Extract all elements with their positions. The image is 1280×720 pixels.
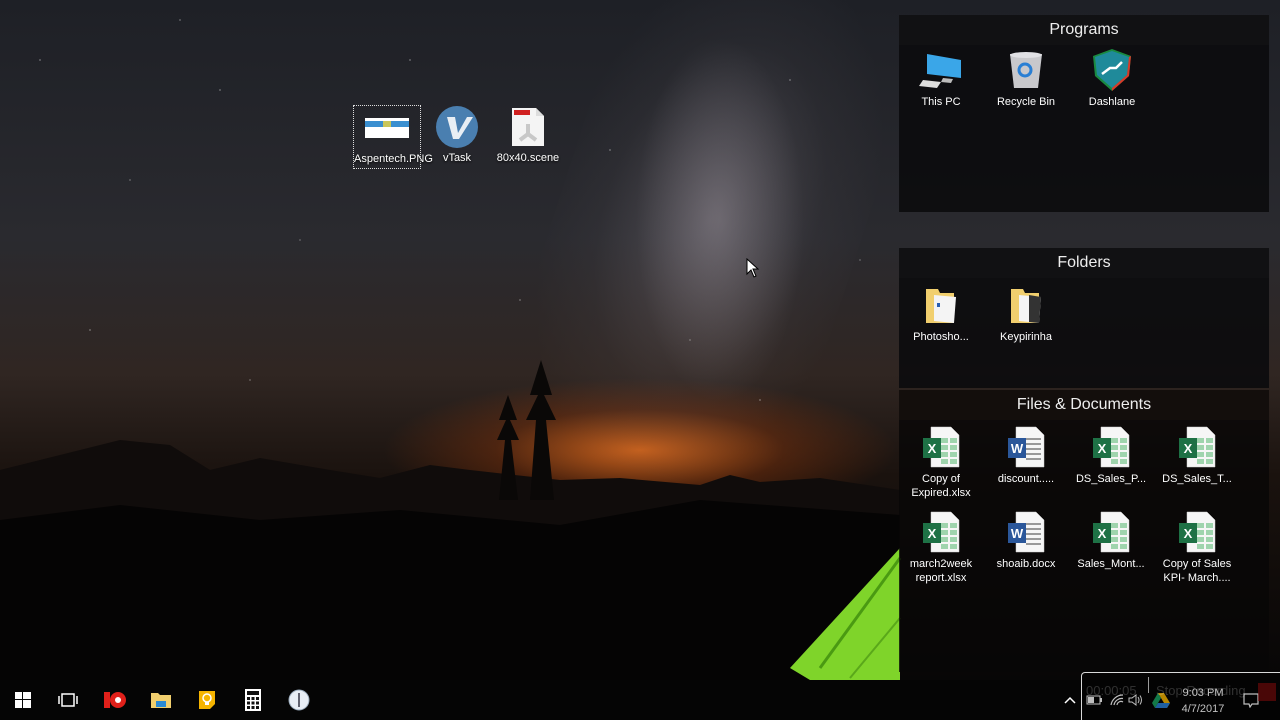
word-file-icon: W [1004, 511, 1048, 553]
svg-text:X: X [1184, 441, 1193, 456]
taskbar-recorder-app[interactable] [92, 680, 138, 720]
svg-text:X: X [928, 526, 937, 541]
fence-item-label: Copy of Expired.xlsx [911, 473, 971, 499]
lightbulb-notes-icon [199, 691, 215, 709]
taskbar-keep[interactable] [184, 680, 230, 720]
fence-item-file[interactable]: Wshoaib.docx [986, 511, 1066, 571]
recycle-bin-icon [1004, 49, 1048, 91]
excel-file-icon: X [1175, 511, 1219, 553]
scene-file-icon [504, 105, 552, 149]
fence-item-label: march2week report.xlsx [909, 558, 973, 584]
vtask-app-icon [433, 105, 481, 149]
show-hidden-icons-button[interactable] [1060, 680, 1080, 720]
fence-title[interactable]: Programs [899, 15, 1269, 45]
fence-item-this-pc[interactable]: This PC [901, 49, 981, 109]
taskbar-file-explorer[interactable] [138, 680, 184, 720]
excel-file-icon: X [919, 511, 963, 553]
recording-elapsed: 00:00:05 [1086, 683, 1137, 698]
fence-item-file[interactable]: X Copy of Sales KPI- March.... [1157, 511, 1237, 585]
desktop-icon-label: 80x40.scene [496, 152, 560, 164]
folder-icon [1004, 284, 1048, 326]
excel-file-icon: X [1175, 426, 1219, 468]
fence-item-file[interactable]: Xmarch2week report.xlsx [901, 511, 981, 585]
desktop-icon-vtask[interactable]: vTask [423, 105, 491, 165]
word-file-icon: W [1004, 426, 1048, 468]
desktop-icon-label: vTask [442, 152, 472, 164]
fence-programs: Programs This PC Recycle Bin Dashlane [899, 15, 1269, 212]
computer-icon [919, 49, 963, 91]
fence-item-label: Keypirinha [1000, 331, 1052, 343]
svg-text:X: X [1098, 441, 1107, 456]
fence-item-label: Copy of Sales KPI- March.... [1162, 558, 1232, 584]
recording-overlay: 00:00:05 Stop Recording [1081, 672, 1280, 720]
record-indicator-icon [1258, 683, 1276, 701]
calculator-icon [245, 689, 261, 711]
taskbar-calculator[interactable] [230, 680, 276, 720]
svg-text:X: X [1184, 526, 1193, 541]
dashlane-icon [1090, 49, 1134, 91]
task-view-icon [58, 693, 78, 707]
tent [790, 548, 902, 680]
clock-icon [288, 689, 310, 711]
fence-item-label: Recycle Bin [996, 96, 1056, 108]
excel-file-icon: X [919, 426, 963, 468]
fence-item-file[interactable]: X DS_Sales_T... [1157, 426, 1237, 486]
fence-item-label: Photosho... [913, 331, 969, 343]
fence-item-file[interactable]: Wdiscount..... [986, 426, 1066, 486]
taskbar-clock-app[interactable] [276, 680, 322, 720]
fence-item-label: Dashlane [1088, 96, 1136, 108]
screen-recorder-icon [104, 692, 126, 708]
task-view-button[interactable] [45, 680, 91, 720]
svg-text:W: W [1011, 441, 1024, 456]
recording-separator [1148, 677, 1149, 693]
svg-text:X: X [928, 441, 937, 456]
fence-item-dashlane[interactable]: Dashlane [1072, 49, 1152, 109]
excel-file-icon: X [1089, 511, 1133, 553]
fence-item-label: shoaib.docx [996, 558, 1056, 570]
windows-start-icon [15, 692, 31, 708]
fence-item-label: DS_Sales_P... [1075, 473, 1147, 485]
image-file-icon [363, 106, 411, 150]
fence-item-label: This PC [921, 96, 961, 108]
excel-file-icon: X [1089, 426, 1133, 468]
desktop-icon-label: Aspentech.PNG [354, 153, 433, 165]
fence-item-recycle-bin[interactable]: Recycle Bin [986, 49, 1066, 109]
fence-item-label: discount..... [997, 473, 1055, 485]
svg-text:X: X [1098, 526, 1107, 541]
desktop-icon-aspentech[interactable]: Aspentech.PNG [353, 105, 433, 169]
fence-title[interactable]: Folders [899, 248, 1269, 278]
fence-item-folder-keypirinha[interactable]: Keypirinha [986, 284, 1066, 344]
desktop-icon-scene[interactable]: 80x40.scene [494, 105, 562, 165]
start-button[interactable] [0, 680, 46, 720]
fence-item-file[interactable]: X Copy of Expired.xlsx [901, 426, 981, 500]
svg-text:W: W [1011, 526, 1024, 541]
fence-item-label: Sales_Mont... [1077, 558, 1145, 570]
file-explorer-icon [151, 693, 171, 708]
fence-item-file[interactable]: X Sales_Mont... [1071, 511, 1151, 571]
fence-item-label: DS_Sales_T... [1162, 473, 1232, 485]
stop-recording-button[interactable]: Stop Recording [1156, 683, 1246, 698]
mouse-cursor [746, 258, 760, 278]
fence-title[interactable]: Files & Documents [899, 390, 1269, 420]
fence-item-folder-photoshop[interactable]: Photosho... [901, 284, 981, 344]
fence-item-file[interactable]: X DS_Sales_P... [1071, 426, 1151, 486]
chevron-up-icon [1064, 696, 1076, 704]
fence-folders: Folders Photosho... Keypirinha [899, 248, 1269, 388]
folder-icon [919, 284, 963, 326]
fence-files-documents: Files & Documents X Copy of Expired.xlsx W… [899, 390, 1269, 672]
